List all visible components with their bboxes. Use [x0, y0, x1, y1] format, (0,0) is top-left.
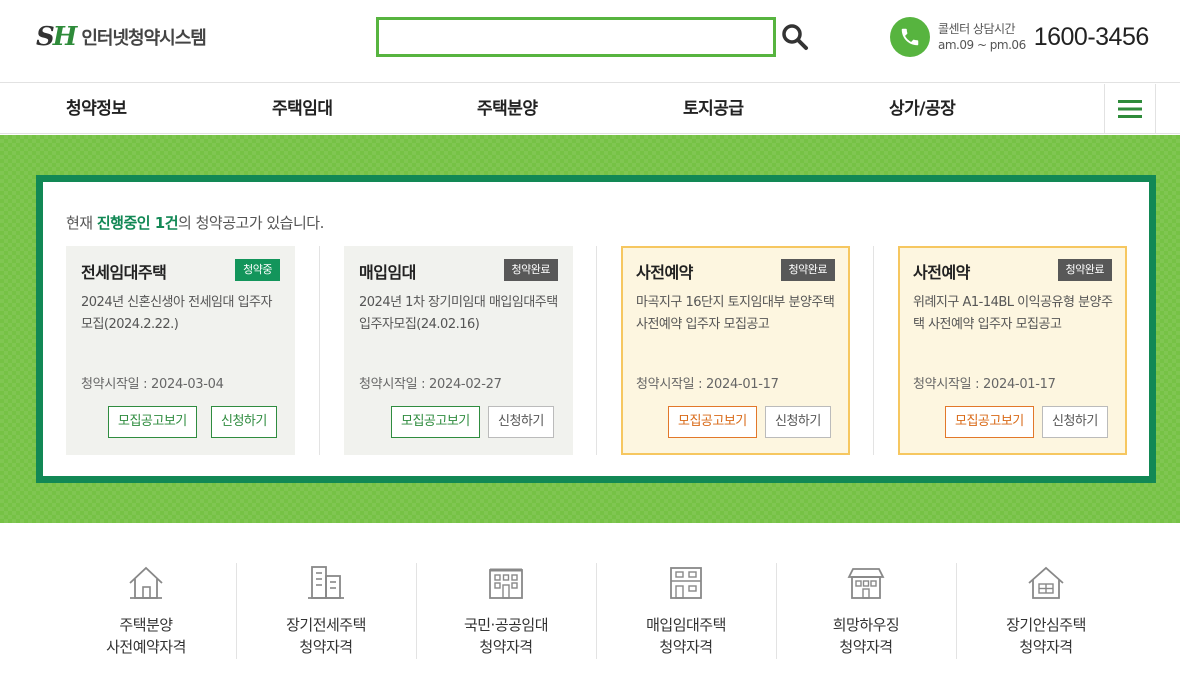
notice-card: 전세임대주택 청약중 2024년 신혼신생아 전세임대 입주자모집(2024.2… [66, 246, 295, 455]
notice-panel: 현재 진행중인 1건의 청약공고가 있습니다. 전세임대주택 청약중 2024년… [36, 175, 1156, 483]
hamburger-icon [1118, 100, 1142, 118]
nav-item-land-supply[interactable]: 토지공급 [683, 84, 744, 134]
card-description[interactable]: 2024년 신혼신생아 전세임대 입주자모집(2024.2.22.) [81, 292, 281, 336]
main-nav: 청약정보 주택임대 주택분양 토지공급 상가/공장 [0, 84, 1180, 134]
view-notice-button[interactable]: 모집공고보기 [391, 406, 480, 438]
card-description[interactable]: 마곡지구 16단지 토지임대부 분양주택 사전예약 입주자 모집공고 [636, 292, 836, 336]
nav-item-commercial-factory[interactable]: 상가/공장 [889, 84, 956, 134]
apply-button[interactable]: 신청하기 [1042, 406, 1108, 438]
phone-icon [890, 17, 930, 57]
notice-card: 사전예약 청약완료 위례지구 A1-14BL 이익공유형 분양주택 사전예약 입… [898, 246, 1127, 455]
status-badge: 청약완료 [1057, 259, 1112, 281]
apply-button[interactable]: 신청하기 [211, 406, 277, 438]
quick-link-label: 매입임대주택 청약자격 [646, 616, 726, 656]
notice-card: 매입임대 청약완료 2024년 1차 장기미임대 매입임대주택 입주자모집(24… [344, 246, 573, 455]
apply-button[interactable]: 신청하기 [488, 406, 554, 438]
card-title: 사전예약 [913, 263, 970, 282]
search-input[interactable] [379, 20, 773, 54]
card-start-date: 청약시작일 : 2024-01-17 [636, 377, 779, 392]
view-notice-button[interactable]: 모집공고보기 [668, 406, 757, 438]
card-title: 전세임대주택 [81, 263, 167, 282]
nav-item-subscription-info[interactable]: 청약정보 [66, 84, 127, 134]
search-icon [782, 24, 808, 50]
card-divider [596, 246, 597, 455]
site-header: SH 인터넷청약시스템 콜센터 상담시간 am.09 ~ pm.06 1600-… [0, 0, 1180, 83]
call-hours: am.09 ~ pm.06 [938, 38, 1026, 52]
status-badge: 청약완료 [503, 259, 558, 281]
site-logo[interactable]: SH 인터넷청약시스템 [36, 20, 207, 54]
notice-highlight: 진행중인 1건 [96, 214, 179, 232]
quick-link-purchase-rental[interactable]: 매입임대주택 청약자격 [596, 563, 776, 659]
apartment-icon [489, 568, 523, 599]
card-divider [319, 246, 320, 455]
card-title: 사전예약 [636, 263, 693, 282]
card-divider [873, 246, 874, 455]
notice-card: 사전예약 청약완료 마곡지구 16단지 토지임대부 분양주택 사전예약 입주자 … [621, 246, 850, 455]
quick-link-label: 장기전세주택 청약자격 [286, 616, 366, 656]
search-button[interactable] [780, 22, 810, 52]
card-title: 매입임대 [359, 263, 416, 282]
notice-summary: 현재 진행중인 1건의 청약공고가 있습니다. [66, 214, 324, 232]
logo-text: 인터넷청약시스템 [81, 28, 206, 49]
dormitory-icon [847, 568, 885, 599]
quick-link-label: 국민·공공임대 청약자격 [463, 616, 549, 656]
nav-item-housing-sale[interactable]: 주택분양 [477, 84, 538, 134]
quick-link-hope-housing[interactable]: 희망하우징 청약자격 [776, 563, 956, 659]
quick-link-label: 장기안심주택 청약자격 [1006, 616, 1086, 656]
call-center: 콜센터 상담시간 am.09 ~ pm.06 1600-3456 [890, 16, 1149, 58]
quick-link-long-term-jeonse[interactable]: 장기전세주택 청약자격 [236, 563, 416, 659]
notice-banner: 현재 진행중인 1건의 청약공고가 있습니다. 전세임대주택 청약중 2024년… [0, 135, 1180, 523]
building-icon [308, 566, 344, 599]
quick-link-label: 희망하우징 청약자격 [832, 616, 900, 656]
quick-link-label: 주택분양 사전예약자격 [106, 616, 186, 656]
card-description[interactable]: 2024년 1차 장기미임대 매입임대주택 입주자모집(24.02.16) [359, 292, 559, 336]
quick-link-public-rental[interactable]: 국민·공공임대 청약자격 [416, 563, 596, 659]
apply-button[interactable]: 신청하기 [765, 406, 831, 438]
search-box [376, 17, 776, 57]
house-icon [129, 566, 163, 599]
quick-link-safe-housing[interactable]: 장기안심주택 청약자격 [956, 563, 1136, 659]
card-description[interactable]: 위례지구 A1-14BL 이익공유형 분양주택 사전예약 입주자 모집공고 [913, 292, 1113, 336]
call-number[interactable]: 1600-3456 [1034, 23, 1150, 52]
status-badge: 청약중 [235, 259, 280, 281]
quick-link-housing-sale[interactable]: 주택분양 사전예약자격 [56, 563, 236, 659]
card-start-date: 청약시작일 : 2024-02-27 [359, 377, 502, 392]
call-label: 콜센터 상담시간 [938, 22, 1016, 36]
logo-mark: SH [36, 22, 77, 52]
qualification-links: 주택분양 사전예약자격 장기전세주택 청약자격 국민·공공임대 청약자격 매입임… [0, 523, 1180, 685]
nav-item-rental-housing[interactable]: 주택임대 [272, 84, 333, 134]
menu-button[interactable] [1104, 84, 1156, 134]
safe-house-icon [1028, 566, 1064, 599]
status-badge: 청약완료 [780, 259, 835, 281]
card-start-date: 청약시작일 : 2024-01-17 [913, 377, 1056, 392]
view-notice-button[interactable]: 모집공고보기 [108, 406, 197, 438]
call-hours-info: 콜센터 상담시간 am.09 ~ pm.06 [938, 21, 1026, 53]
card-start-date: 청약시작일 : 2024-03-04 [81, 377, 224, 392]
multiplex-icon [670, 567, 702, 599]
view-notice-button[interactable]: 모집공고보기 [945, 406, 1034, 438]
